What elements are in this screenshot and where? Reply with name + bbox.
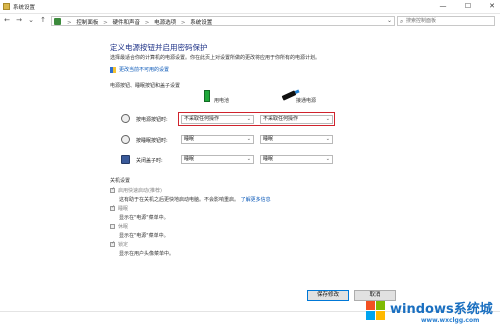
- fast-startup-label: 启用快速启动(推荐): [118, 188, 162, 194]
- hibernate-description: 显示在"电源"菜单中。: [119, 233, 169, 239]
- select-value: 睡眠: [184, 136, 195, 142]
- chevron-down-icon: ⌄: [325, 136, 330, 142]
- laptop-lid-icon: [121, 155, 130, 164]
- lock-checkbox[interactable]: [110, 240, 115, 247]
- power-plug-icon: [281, 90, 297, 101]
- fast-startup-desc-text: 这有助于在关机之后更快地启动电脑。不会影响重启。: [119, 197, 240, 203]
- fast-startup-description: 这有助于在关机之后更快地启动电脑。不会影响重启。 了解更多信息: [119, 196, 271, 203]
- fast-startup-checkbox-row[interactable]: 启用快速启动(推荐): [110, 186, 162, 194]
- address-dropdown-icon[interactable]: ⌄: [387, 17, 392, 24]
- breadcrumb: > 控制面板 > 硬件和声音 > 电源选项 > 系统设置: [64, 18, 212, 26]
- plugged-in-header: 接通电源: [296, 98, 317, 104]
- select-value: 睡眠: [263, 136, 274, 142]
- fast-startup-checkbox[interactable]: [110, 186, 115, 193]
- lid-close-battery-select[interactable]: 睡眠 ⌄: [181, 155, 254, 164]
- sleep-checkbox-row[interactable]: 睡眠: [110, 204, 129, 212]
- breadcrumb-separator: >: [180, 20, 186, 26]
- chevron-down-icon: ⌄: [325, 156, 330, 162]
- forward-arrow-icon[interactable]: →: [14, 15, 24, 26]
- sleep-label: 睡眠: [118, 206, 129, 212]
- sleep-button-plugged-select[interactable]: 睡眠 ⌄: [260, 135, 333, 144]
- address-bar[interactable]: > 控制面板 > 硬件和声音 > 电源选项 > 系统设置 ⌄: [51, 16, 395, 26]
- watermark-url: www.wxclgg.com: [421, 317, 480, 324]
- lock-checkbox-row[interactable]: 锁定: [110, 240, 129, 248]
- search-box[interactable]: ⌕: [397, 16, 495, 26]
- watermark: windows系统城 www.wxclgg.com: [366, 297, 498, 331]
- page-title: 定义电源按钮并启用密码保护: [110, 43, 208, 52]
- lid-close-plugged-select[interactable]: 睡眠 ⌄: [260, 155, 333, 164]
- lid-close-label: 关闭盖子时:: [136, 158, 163, 164]
- breadcrumb-separator: >: [144, 20, 150, 26]
- hibernate-label: 休眠: [118, 224, 129, 230]
- window-title: 系统设置: [13, 5, 36, 11]
- breadcrumb-separator: >: [103, 20, 108, 26]
- change-settings-label: 更改当前不可用的设置: [119, 67, 170, 73]
- page-description: 选择最适合你的计算机的电源设置。你在此页上对设置所做的更改将应用于你所有的电源计…: [110, 55, 321, 61]
- system-settings-icon: [3, 3, 10, 10]
- breadcrumb-control-panel[interactable]: 控制面板: [76, 20, 98, 26]
- power-button-icon: [121, 114, 130, 123]
- hibernate-checkbox-row[interactable]: 休眠: [110, 223, 128, 230]
- sleep-button-icon: [121, 135, 130, 144]
- hibernate-checkbox[interactable]: [110, 224, 115, 229]
- recent-locations-dropdown-icon[interactable]: ⌄: [26, 15, 36, 26]
- lock-description: 显示在用户头像菜单中。: [119, 251, 175, 257]
- breadcrumb-system-settings[interactable]: 系统设置: [190, 20, 212, 26]
- battery-icon: [204, 90, 210, 102]
- learn-more-link[interactable]: 了解更多信息: [241, 197, 271, 203]
- shutdown-section-label: 关机设置: [110, 178, 131, 184]
- power-section-label: 电源按钮、睡眠按钮和盖子设置: [110, 83, 181, 89]
- back-arrow-icon[interactable]: ←: [2, 15, 12, 26]
- sleep-description: 显示在"电源"菜单中。: [119, 215, 169, 221]
- windows-logo-icon: [366, 301, 386, 321]
- search-input[interactable]: [406, 17, 486, 25]
- breadcrumb-power-options[interactable]: 电源选项: [154, 20, 176, 26]
- navigation-bar: ← → ⌄ ↑ > 控制面板 > 硬件和声音 > 电源选项 > 系统设置 ⌄ ⌕: [0, 14, 500, 28]
- breadcrumb-hardware-sound[interactable]: 硬件和声音: [112, 20, 140, 26]
- power-button-label: 按电源按钮时:: [136, 117, 168, 123]
- watermark-brand: windows系统城: [390, 302, 493, 317]
- main-content: 定义电源按钮并启用密码保护 选择最适合你的计算机的电源设置。你在此页上对设置所做…: [0, 28, 500, 333]
- search-icon: ⌕: [400, 18, 404, 25]
- breadcrumb-separator: >: [67, 20, 72, 26]
- change-unavailable-settings-link[interactable]: 更改当前不可用的设置: [110, 66, 169, 73]
- sleep-button-label: 按睡眠按钮时:: [136, 138, 168, 144]
- select-value: 睡眠: [263, 156, 274, 162]
- chevron-down-icon: ⌄: [246, 156, 251, 162]
- save-changes-button[interactable]: 保存修改: [307, 290, 349, 301]
- minimize-button[interactable]: —: [437, 1, 449, 12]
- on-battery-header: 用电池: [214, 98, 230, 104]
- maximize-button[interactable]: ☐: [462, 1, 474, 12]
- control-panel-icon: [54, 18, 61, 25]
- close-button[interactable]: ✕: [486, 1, 498, 12]
- lock-label: 锁定: [118, 242, 129, 248]
- chevron-down-icon: ⌄: [246, 136, 251, 142]
- highlight-annotation-box: [178, 112, 335, 126]
- select-value: 睡眠: [184, 156, 195, 162]
- sleep-checkbox[interactable]: [110, 204, 115, 211]
- sleep-button-battery-select[interactable]: 睡眠 ⌄: [181, 135, 254, 144]
- window-titlebar: 系统设置 — ☐ ✕: [0, 0, 500, 14]
- up-arrow-icon[interactable]: ↑: [38, 15, 48, 26]
- uac-shield-icon: [110, 66, 116, 73]
